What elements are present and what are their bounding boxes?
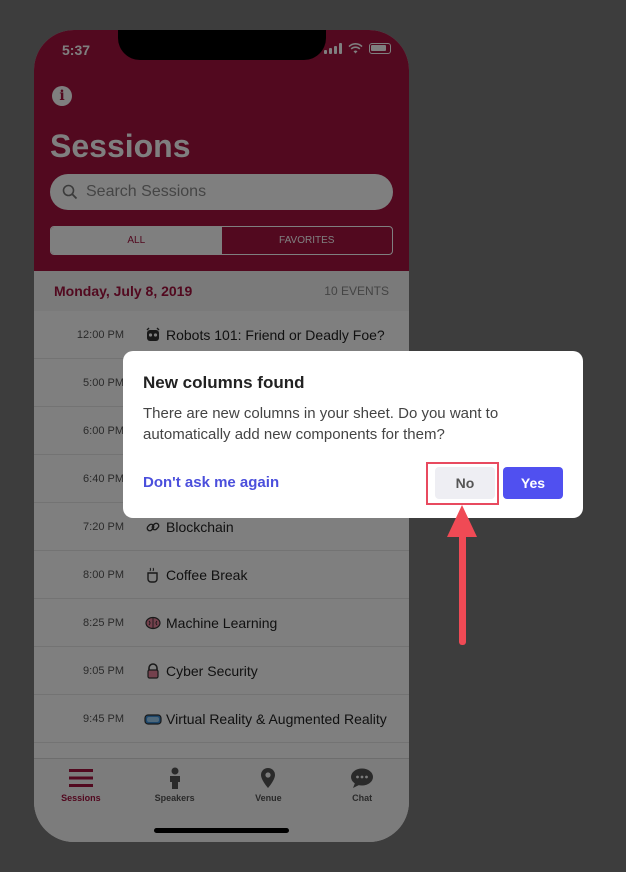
confirm-dialog: New columns found There are new columns …: [123, 351, 583, 518]
yes-button[interactable]: Yes: [503, 467, 563, 499]
dialog-message: There are new columns in your sheet. Do …: [143, 405, 499, 443]
dialog-title: New columns found: [143, 373, 305, 392]
dont-ask-again-link[interactable]: Don't ask me again: [143, 474, 279, 491]
annotation-arrow: [459, 530, 466, 645]
annotation-highlight-box: [426, 462, 499, 505]
